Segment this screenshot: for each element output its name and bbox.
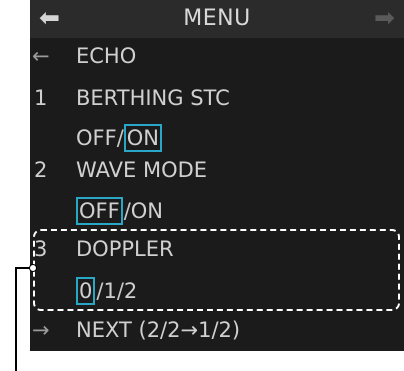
callout-dot [29,264,37,272]
arrow-right-icon[interactable]: ➡ [374,3,395,33]
option-on-selected[interactable]: ON [123,124,163,152]
back-arrow-icon: ← [32,44,50,68]
next-arrow-icon: → [32,318,50,342]
option-separator: / [123,199,131,223]
menu-item-echo-label: ECHO [76,44,137,68]
option-off[interactable]: OFF [76,126,117,150]
option-off-selected[interactable]: OFF [76,197,123,225]
menu-header: ⬅ MENU ➡ [30,0,404,38]
menu-item-wave-mode-label: WAVE MODE [76,158,208,182]
menu-item-number: 1 [34,86,48,110]
berthing-stc-options: OFF/ON [76,124,163,152]
menu-item-number: 2 [34,158,48,182]
callout-leader-line [15,267,17,371]
menu-item-berthing-stc-label: BERTHING STC [76,86,230,110]
menu-title: MENU [183,6,251,31]
doppler-highlight-box [33,229,400,311]
menu-item-next-label: NEXT (2/2→1/2) [76,318,241,342]
option-on[interactable]: ON [131,199,163,223]
option-separator: / [116,126,124,150]
wave-mode-options: OFF/ON [76,197,163,225]
